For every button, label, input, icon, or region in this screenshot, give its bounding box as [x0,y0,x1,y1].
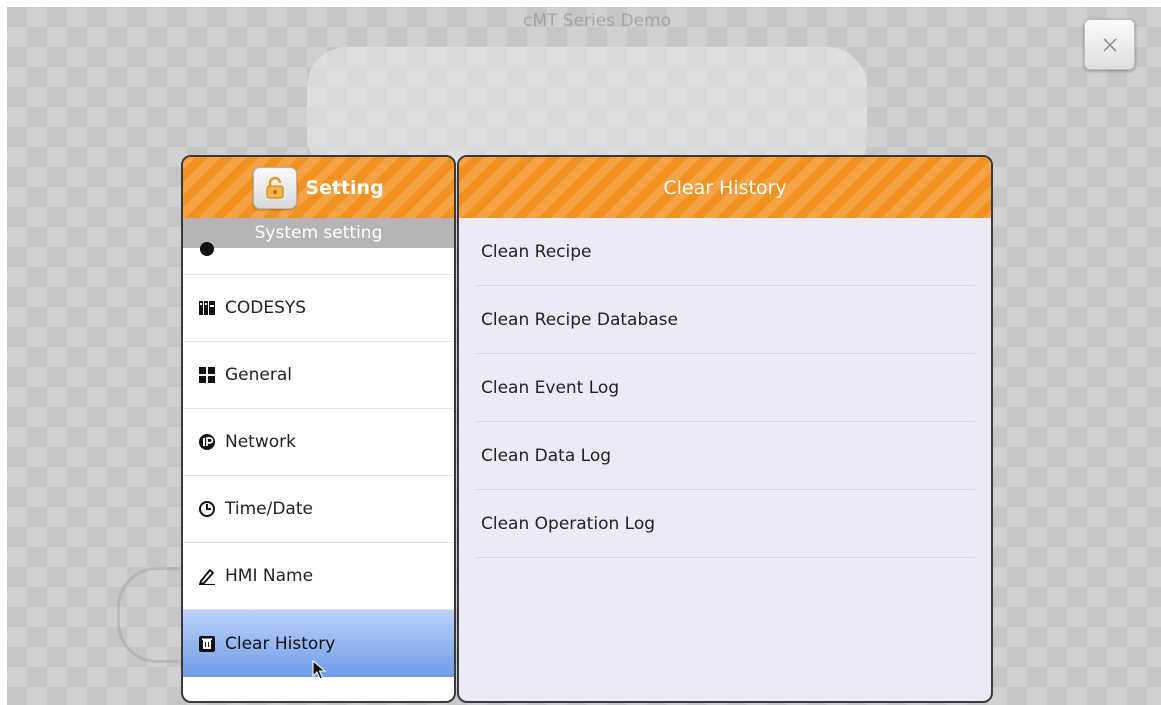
menu-item-label: Clear History [225,633,336,654]
lock-open-icon [266,176,284,198]
menu-item-label: HMI Name [225,566,314,586]
clear-history-list: Clean Recipe Clean Recipe Database Clean… [459,218,991,558]
list-item-label: Clean Event Log [481,377,620,398]
menu-item-label: Time/Date [225,499,313,519]
list-item-label: Clean Operation Log [481,513,656,534]
close-icon [1102,37,1117,52]
menu-item-label: Network [225,432,296,452]
menu-item-label: CODESYS [225,298,307,318]
system-setting-subheader: System setting [183,218,454,248]
clean-recipe-database-item[interactable]: Clean Recipe Database [475,286,975,354]
lock-button[interactable] [253,166,298,209]
clean-data-log-item[interactable]: Clean Data Log [475,422,975,490]
pen-icon [199,569,215,585]
clean-event-log-item[interactable]: Clean Event Log [475,354,975,422]
clear-history-icon [199,635,215,652]
list-item-label: Clean Data Log [481,445,612,466]
settings-menu-list: CODESYS General Network Time/Date HMI Na… [183,242,454,677]
mouse-pointer-icon [312,660,326,680]
close-button[interactable] [1084,19,1135,70]
clean-recipe-item[interactable]: Clean Recipe [475,218,975,286]
clear-history-title: Clear History [663,176,787,199]
clear-history-header: Clear History [459,157,991,218]
settings-title: Setting [305,176,384,199]
menu-item-time-date[interactable]: Time/Date [183,476,454,543]
clear-history-panel: Clear History Clean Recipe Clean Recipe … [457,155,993,703]
clean-operation-log-item[interactable]: Clean Operation Log [475,490,975,558]
menu-item-partial[interactable] [183,242,454,275]
background-title: cMT Series Demo [523,11,671,31]
settings-header: Setting [183,157,454,218]
settings-menu-panel: Setting System setting CODESYS General N… [181,155,456,703]
partial-icon [200,242,214,256]
list-item-label: Clean Recipe [481,241,592,262]
clock-icon [199,501,215,517]
menu-item-general[interactable]: General [183,342,454,409]
ip-icon [199,434,215,450]
menu-item-label: General [225,365,292,385]
menu-item-codesys[interactable]: CODESYS [183,275,454,342]
codesys-icon [199,301,215,315]
grid-icon [199,367,215,383]
background-decoration [117,567,180,663]
list-item-label: Clean Recipe Database [481,309,678,330]
menu-item-hmi-name[interactable]: HMI Name [183,543,454,610]
menu-item-network[interactable]: Network [183,409,454,476]
